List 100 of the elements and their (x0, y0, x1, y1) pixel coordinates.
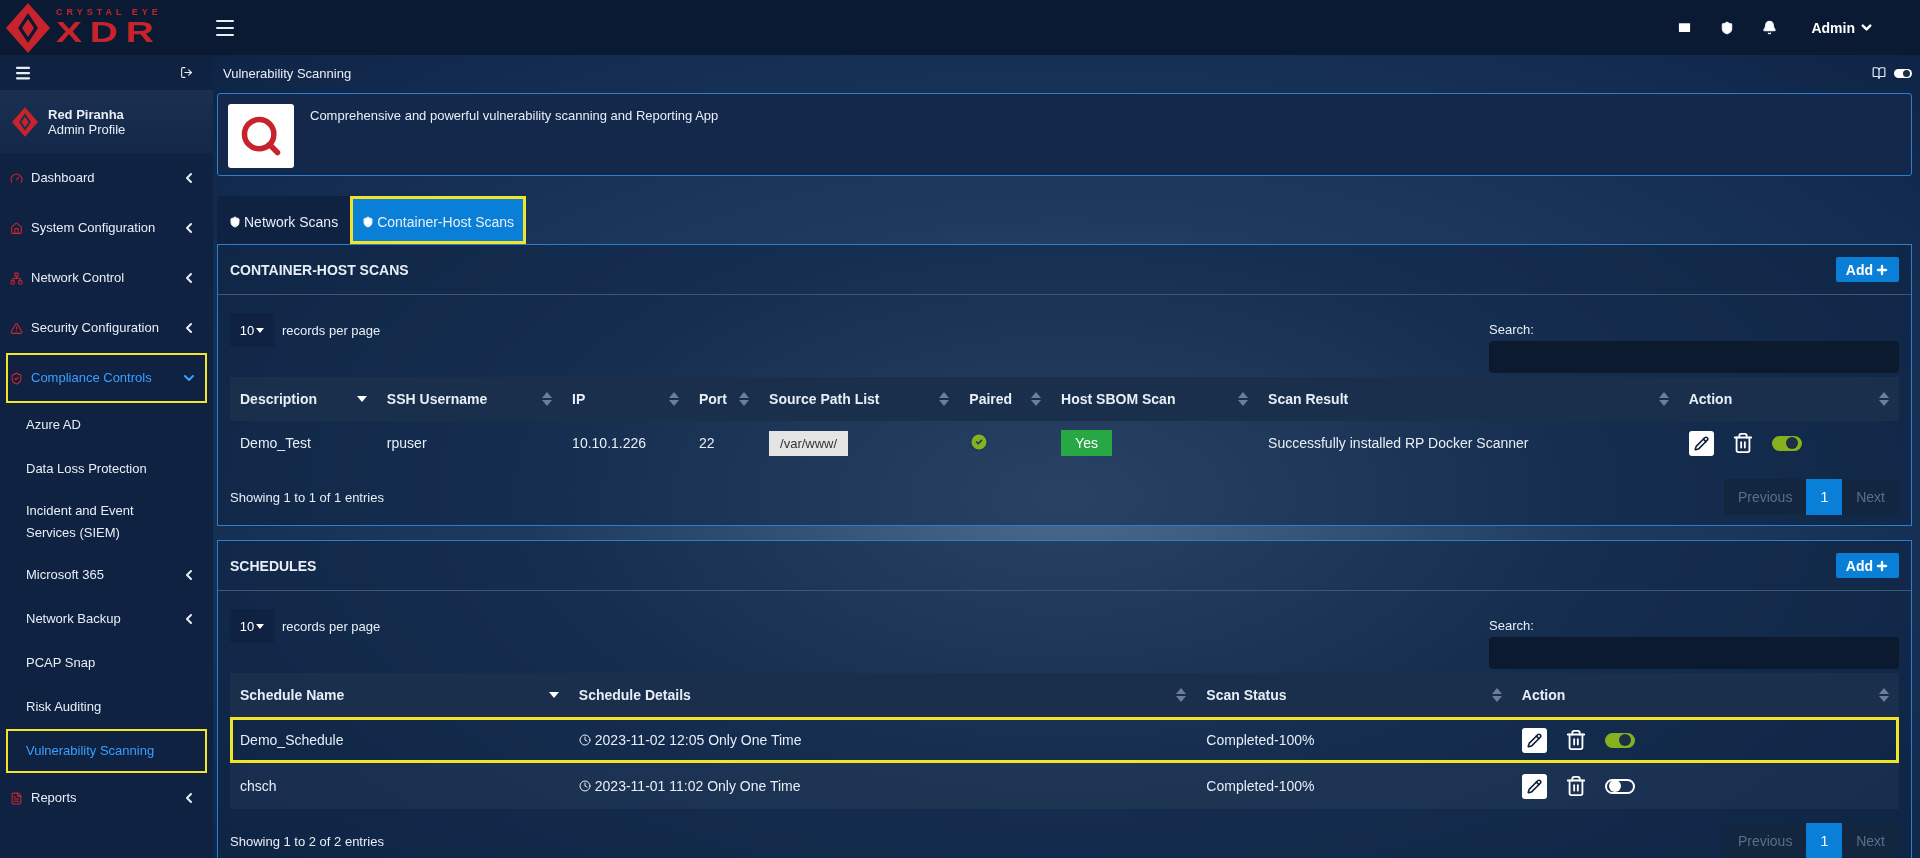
table-cell: Demo_Test (230, 421, 377, 465)
logo-icon (12, 105, 38, 138)
sort-icon[interactable] (1658, 392, 1669, 406)
sort-icon[interactable] (739, 392, 750, 406)
logo-name: XDR (56, 17, 163, 47)
sidebar-item[interactable]: Reports (6, 773, 207, 823)
column-header[interactable]: SSH Username (376, 377, 563, 421)
table-cell: 2023-11-01 11:02 Only One Time (578, 777, 801, 794)
table-cell: Demo_Schedule (230, 717, 569, 763)
shield-icon (229, 215, 241, 228)
column-header[interactable]: Schedule Name (230, 673, 569, 717)
search-field[interactable] (1489, 341, 1899, 373)
tab[interactable]: Container-Host Scans (350, 196, 527, 244)
page-size-select[interactable]: 10 (230, 313, 274, 347)
clock-icon (578, 733, 591, 746)
status-tag: Yes (1061, 430, 1112, 456)
toggle-switch[interactable] (1771, 435, 1802, 451)
sidebar-item[interactable]: Azure AD (6, 403, 207, 447)
sort-icon[interactable] (1879, 688, 1889, 702)
sidebar-item[interactable]: Network Backup (6, 597, 207, 641)
logout-icon[interactable] (180, 66, 193, 79)
bell-icon[interactable] (1762, 20, 1778, 35)
sort-icon[interactable] (1238, 392, 1249, 406)
table-cell: Completed-100% (1196, 717, 1512, 763)
panel-title: CONTAINER-HOST SCANS (230, 261, 409, 278)
search-label: Search: (1489, 618, 1535, 633)
table-cell: 10.10.1.226 (562, 421, 689, 465)
page-size-label: records per page (282, 618, 381, 634)
book-icon[interactable] (1872, 66, 1886, 80)
sort-icon[interactable] (1031, 392, 1042, 406)
sidebar-item[interactable]: PCAP Snap (6, 641, 207, 685)
sidebar-item[interactable]: Incident and Event Services (SIEM) (6, 491, 207, 553)
caret-icon (256, 623, 265, 629)
toggle-switch[interactable] (1604, 732, 1635, 748)
sidebar-item[interactable]: Compliance Controls (6, 353, 207, 403)
entries-summary: Showing 1 to 1 of 1 entries (230, 489, 384, 505)
column-header[interactable]: Host SBOM Scan (1051, 377, 1259, 421)
sort-descending-icon[interactable] (548, 692, 559, 698)
column-header[interactable]: Action (1511, 673, 1899, 717)
column-header[interactable]: Schedule Details (568, 673, 1197, 717)
page-button[interactable]: 1 (1806, 479, 1843, 515)
user-menu[interactable]: Admin (1805, 18, 1880, 37)
app-icon (228, 104, 294, 168)
caret-icon (256, 327, 265, 333)
shield-icon (362, 215, 375, 228)
sort-icon[interactable] (1176, 688, 1187, 702)
tab[interactable]: Network Scans (217, 196, 351, 244)
column-header[interactable]: Paired (959, 377, 1052, 421)
column-header[interactable]: Scan Status (1196, 673, 1512, 717)
edit-button[interactable] (1688, 430, 1714, 456)
page-size-select[interactable]: 10 (230, 609, 274, 643)
sidebar-item[interactable]: System Configuration (6, 203, 207, 253)
profile-name: Red Piranha (48, 106, 125, 122)
plus-icon (1875, 262, 1889, 277)
edit-button[interactable] (1521, 727, 1547, 753)
sort-icon[interactable] (1491, 688, 1502, 702)
page-button[interactable]: 1 (1806, 823, 1843, 858)
column-header[interactable]: Port (688, 377, 760, 421)
delete-button[interactable] (1564, 729, 1587, 751)
sidebar-item[interactable]: Risk Auditing (6, 685, 207, 729)
search-field[interactable] (1489, 637, 1899, 669)
trash-icon (1564, 775, 1587, 797)
add-button[interactable]: Add (1835, 257, 1899, 282)
sort-descending-icon[interactable] (356, 396, 367, 402)
sort-icon[interactable] (1879, 392, 1889, 406)
column-header[interactable]: IP (562, 377, 689, 421)
sidebar-item[interactable]: Dashboard (6, 153, 207, 203)
sidebar-item[interactable]: Data Loss Protection (6, 447, 207, 491)
sidebar-item[interactable]: Microsoft 365 (6, 553, 207, 597)
column-header[interactable]: Action (1678, 377, 1899, 421)
trash-icon (1731, 432, 1754, 454)
toggle-icon[interactable] (1894, 68, 1912, 78)
column-header[interactable]: Scan Result (1258, 377, 1679, 421)
table-cell: chsch (230, 763, 569, 809)
add-button[interactable]: Add (1835, 553, 1899, 578)
table-cell: Successfully installed RP Docker Scanner (1258, 421, 1679, 465)
search-label: Search: (1489, 322, 1535, 337)
mail-icon[interactable] (1677, 20, 1693, 35)
plus-icon (1875, 558, 1889, 573)
column-header[interactable]: Description (230, 377, 377, 421)
table-cell: rpuser (376, 421, 563, 465)
delete-button[interactable] (1564, 775, 1587, 797)
trash-icon (1564, 729, 1587, 751)
sidebar-item[interactable]: Security Configuration (6, 303, 207, 353)
table-row[interactable]: chsch 2023-11-01 11:02 Only One Time Completed-100% (230, 763, 1899, 809)
sort-icon[interactable] (542, 392, 553, 406)
sidebar-item[interactable]: Network Control (6, 253, 207, 303)
sidebar-item[interactable]: Vulnerability Scanning (6, 729, 207, 773)
delete-button[interactable] (1731, 432, 1754, 454)
table-row[interactable]: Demo_Schedule 2023-11-02 12:05 Only One Time Completed-100% (230, 717, 1899, 763)
shield-icon[interactable] (1720, 20, 1735, 35)
clock-icon (578, 779, 591, 792)
sort-icon[interactable] (939, 392, 950, 406)
column-header[interactable]: Source Path List (759, 377, 960, 421)
edit-button[interactable] (1521, 773, 1547, 799)
table-cell: Completed-100% (1196, 763, 1512, 809)
table-cell: 22 (688, 421, 760, 465)
page-size-label: records per page (282, 322, 381, 338)
page-title: Vulnerability Scanning (223, 65, 353, 81)
sort-icon[interactable] (668, 392, 679, 406)
